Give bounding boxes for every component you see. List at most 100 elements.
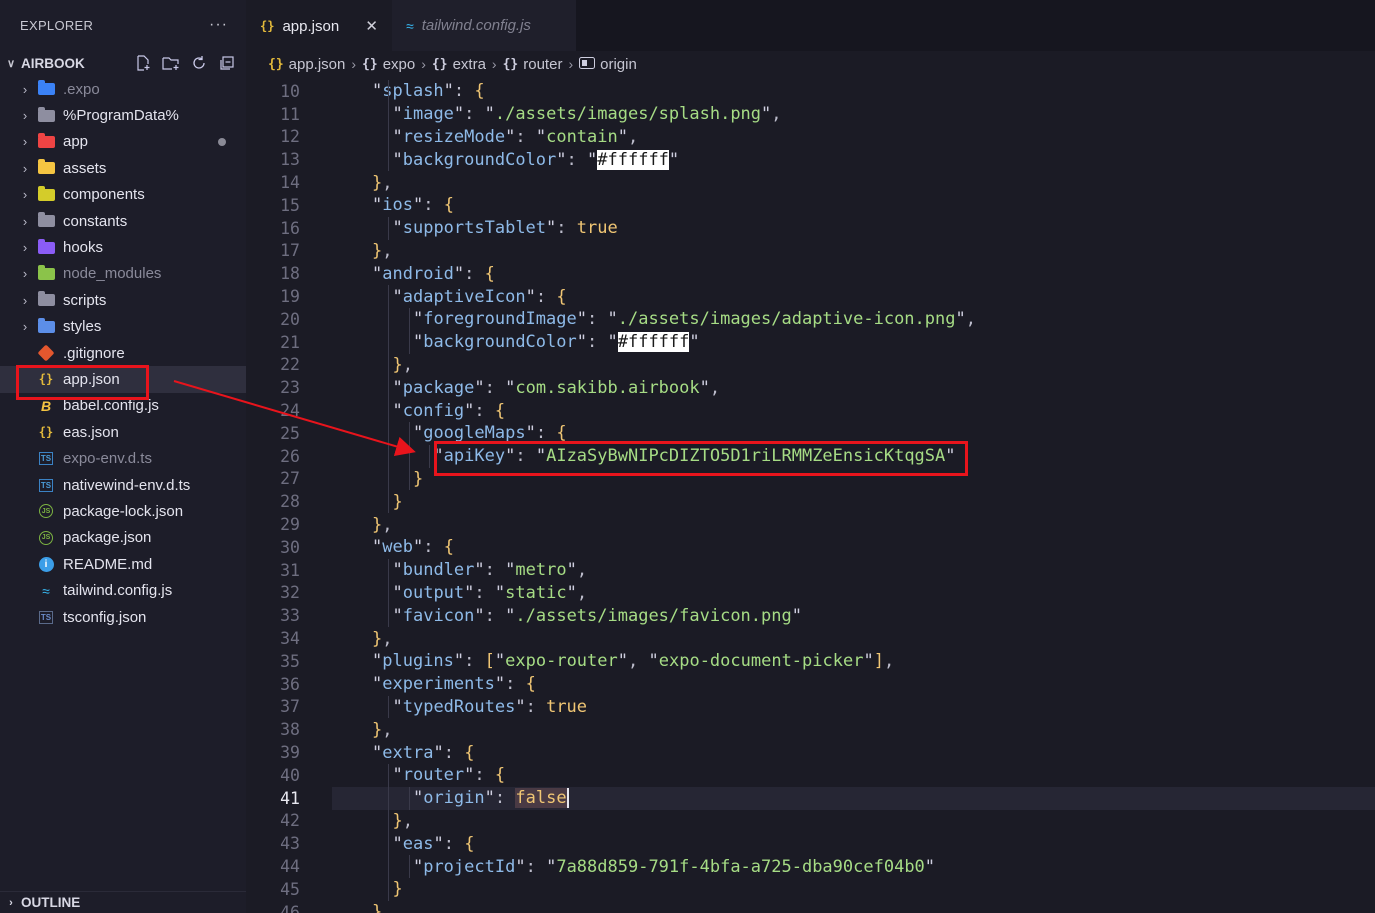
code-text: "experiments": {: [372, 674, 536, 695]
file-tree: › .expo › %ProgramData% › app › assets › componen…: [0, 76, 246, 630]
tree-item[interactable]: ›≈tailwind.config.js: [0, 577, 246, 603]
tab-app-json[interactable]: {} app.json ✕: [246, 0, 392, 51]
tree-item[interactable]: › scripts: [0, 287, 246, 313]
code-line[interactable]: 46}: [246, 901, 1375, 913]
tree-item[interactable]: › .expo: [0, 76, 246, 102]
code-line[interactable]: 13 "backgroundColor": "#ffffff": [246, 148, 1375, 171]
more-actions-icon[interactable]: ···: [209, 16, 228, 34]
chevron-right-icon[interactable]: ›: [16, 266, 34, 281]
code-line[interactable]: 38},: [246, 718, 1375, 741]
code-line[interactable]: 12 "resizeMode": "contain",: [246, 126, 1375, 149]
code-line[interactable]: 16 "supportsTablet": true: [246, 217, 1375, 240]
nodejs-icon: JS: [37, 530, 55, 546]
breadcrumb-segment-origin[interactable]: origin: [579, 56, 637, 73]
tree-item[interactable]: › app: [0, 129, 246, 155]
new-file-icon[interactable]: [132, 52, 154, 74]
code-line[interactable]: 36 "experiments": {: [246, 673, 1375, 696]
chevron-right-icon[interactable]: ›: [16, 108, 34, 123]
tree-item[interactable]: ›TSexpo-env.d.ts: [0, 445, 246, 471]
indent-guide: [388, 695, 390, 719]
new-folder-icon[interactable]: [160, 52, 182, 74]
indent-guide: [408, 422, 410, 491]
code-line[interactable]: 19 "adaptiveIcon": {: [246, 285, 1375, 308]
chevron-right-icon[interactable]: ›: [16, 187, 34, 202]
indent-guide: [429, 444, 431, 468]
code-editor[interactable]: 10 "splash": {11 "image": "./assets/image…: [246, 80, 1375, 913]
highlight-box-app-json: [16, 365, 149, 400]
tree-item[interactable]: ›TSnativewind-env.d.ts: [0, 472, 246, 498]
chevron-right-icon[interactable]: ›: [16, 319, 34, 334]
code-line[interactable]: 34},: [246, 627, 1375, 650]
code-line[interactable]: 18 "android": {: [246, 262, 1375, 285]
tree-item[interactable]: › components: [0, 182, 246, 208]
code-line[interactable]: 20 "foregroundImage": "./assets/images/a…: [246, 308, 1375, 331]
tree-item[interactable]: ›JSpackage.json: [0, 525, 246, 551]
code-line[interactable]: 29},: [246, 513, 1375, 536]
code-line[interactable]: 22 },: [246, 354, 1375, 377]
code-text: "android": {: [372, 263, 495, 284]
tree-item[interactable]: ›TStsconfig.json: [0, 604, 246, 630]
code-line[interactable]: 37 "typedRoutes": true: [246, 696, 1375, 719]
chevron-right-icon[interactable]: ›: [4, 897, 18, 909]
chevron-right-icon[interactable]: ›: [16, 82, 34, 97]
tree-item[interactable]: › hooks: [0, 234, 246, 260]
code-text: },: [372, 514, 393, 535]
breadcrumb-segment-router[interactable]: {} router: [503, 56, 563, 73]
styles-folder-icon: [37, 317, 55, 335]
code-line[interactable]: 11 "image": "./assets/images/splash.png"…: [246, 103, 1375, 126]
tab-tailwind-config[interactable]: ≈ tailwind.config.js: [392, 0, 576, 51]
line-number: 40: [280, 765, 300, 785]
code-line[interactable]: 23 "package": "com.sakibb.airbook",: [246, 376, 1375, 399]
close-icon[interactable]: ✕: [365, 17, 378, 35]
code-line[interactable]: 41 "origin": false: [246, 786, 1375, 810]
code-text: }: [392, 491, 403, 512]
collapse-all-icon[interactable]: [216, 52, 238, 74]
breadcrumb-file[interactable]: {} app.json: [268, 56, 345, 73]
code-line[interactable]: 39 "extra": {: [246, 741, 1375, 764]
code-line[interactable]: 28 }: [246, 490, 1375, 513]
breadcrumb-segment-expo[interactable]: {} expo: [362, 56, 415, 73]
chevron-right-icon[interactable]: ›: [16, 240, 34, 255]
code-line[interactable]: 30 "web": {: [246, 536, 1375, 559]
tree-item[interactable]: › styles: [0, 314, 246, 340]
code-text: "typedRoutes": true: [392, 696, 588, 717]
code-text: },: [372, 172, 393, 193]
tree-item[interactable]: ›{}eas.json: [0, 419, 246, 445]
chevron-right-icon[interactable]: ›: [16, 161, 34, 176]
code-line[interactable]: 33 "favicon": "./assets/images/favicon.p…: [246, 604, 1375, 627]
code-line[interactable]: 44 "projectId": "7a88d859-791f-4bfa-a725…: [246, 855, 1375, 878]
tree-item[interactable]: › %ProgramData%: [0, 102, 246, 128]
tree-item[interactable]: › node_modules: [0, 261, 246, 287]
code-line[interactable]: 35 "plugins": ["expo-router", "expo-docum…: [246, 650, 1375, 673]
tree-item[interactable]: › assets: [0, 155, 246, 181]
code-line[interactable]: 40 "router": {: [246, 764, 1375, 787]
breadcrumb-segment-extra[interactable]: {} extra: [432, 56, 486, 73]
code-line[interactable]: 21 "backgroundColor": "#ffffff": [246, 331, 1375, 354]
tree-item[interactable]: ›iREADME.md: [0, 551, 246, 577]
code-line[interactable]: 43 "eas": {: [246, 832, 1375, 855]
code-line[interactable]: 10 "splash": {: [246, 80, 1375, 103]
tree-item[interactable]: › constants: [0, 208, 246, 234]
code-line[interactable]: 32 "output": "static",: [246, 582, 1375, 605]
code-line[interactable]: 15 "ios": {: [246, 194, 1375, 217]
code-line[interactable]: 24 "config": {: [246, 399, 1375, 422]
components-folder-icon: [37, 185, 55, 203]
code-line[interactable]: 45 }: [246, 878, 1375, 901]
breadcrumb-segment-label: expo: [382, 55, 416, 73]
code-line[interactable]: 14},: [246, 171, 1375, 194]
chevron-right-icon[interactable]: ›: [16, 214, 34, 229]
code-line[interactable]: 17},: [246, 240, 1375, 263]
tab-label: tailwind.config.js: [421, 17, 531, 34]
chevron-right-icon[interactable]: ›: [16, 134, 34, 149]
chevron-right-icon[interactable]: ›: [16, 293, 34, 308]
code-line[interactable]: 31 "bundler": "metro",: [246, 559, 1375, 582]
line-number: 21: [280, 332, 300, 352]
line-number: 43: [280, 834, 300, 854]
tree-item[interactable]: ›JSpackage-lock.json: [0, 498, 246, 524]
workspace-root[interactable]: ∨ AIRBOOK: [0, 50, 246, 76]
chevron-down-icon[interactable]: ∨: [4, 57, 18, 70]
code-line[interactable]: 42 },: [246, 810, 1375, 833]
tree-item[interactable]: ›.gitignore: [0, 340, 246, 366]
outline-section[interactable]: › OUTLINE: [0, 891, 246, 913]
refresh-icon[interactable]: [188, 52, 210, 74]
